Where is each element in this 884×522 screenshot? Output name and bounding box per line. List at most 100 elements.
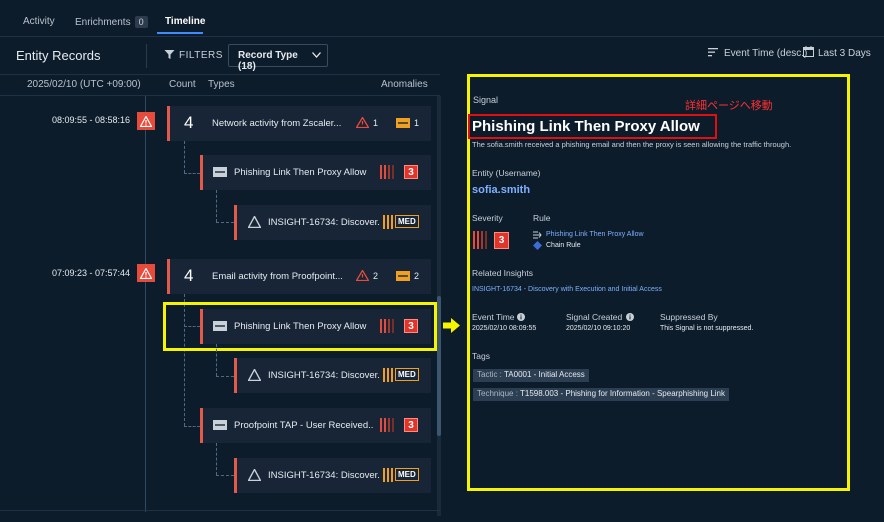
- severity-bars: [380, 165, 394, 179]
- severity-badge: 3: [494, 232, 509, 249]
- record-group[interactable]: 4 Email activity from Proofpoint... 2 2: [167, 259, 431, 294]
- record-type-count: (18): [238, 61, 256, 72]
- connector-line: [184, 173, 200, 174]
- warning-icon: [140, 115, 152, 127]
- insight-title: INSIGHT-16734: Discover...: [268, 470, 380, 481]
- arrow-right-icon: [443, 318, 460, 333]
- tab-timeline[interactable]: Timeline: [165, 16, 205, 27]
- insight-title: INSIGHT-16734: Discover...: [268, 217, 380, 228]
- divider: [0, 510, 440, 511]
- signal-icon: [396, 118, 410, 128]
- signal-icon: [213, 167, 227, 177]
- date-column-header: 2025/02/10 (UTC +09:00): [27, 79, 141, 90]
- insight-row[interactable]: INSIGHT-16734: Discover... MED: [234, 205, 431, 240]
- suppressed-by-value: This Signal is not suppressed.: [660, 325, 754, 332]
- alert-triangle-icon: [356, 117, 369, 128]
- connector-line: [216, 376, 234, 377]
- tag-chip[interactable]: Technique : T1598.003 - Phishing for Inf…: [473, 388, 730, 401]
- record-count: 4: [184, 266, 194, 285]
- signal-row[interactable]: Proofpoint TAP - User Received... 3: [200, 408, 431, 443]
- anomalies-column-header: Anomalies: [381, 79, 428, 90]
- types-column-header: Types: [208, 79, 235, 90]
- tag-key: Tactic :: [477, 370, 502, 379]
- signal-title: Proofpoint TAP - User Received...: [234, 420, 374, 431]
- alert-triangle-icon: [356, 270, 369, 281]
- severity-bars: [383, 215, 393, 229]
- record-group-title: Email activity from Proofpoint...: [212, 271, 343, 282]
- annotation-note: 詳細ページへ移動: [685, 100, 773, 112]
- tag-value: T1598.003 - Phishing for Information - S…: [520, 389, 726, 398]
- connector-line: [184, 141, 185, 173]
- sort-dropdown[interactable]: Event Time (desc.): [724, 48, 807, 59]
- tag-chip[interactable]: Tactic : TA0001 - Initial Access: [473, 369, 589, 382]
- event-time-value: 2025/02/10 08:09:55: [472, 325, 537, 332]
- insight-row[interactable]: INSIGHT-16734: Discover... MED: [234, 458, 431, 493]
- connector-line: [216, 344, 217, 376]
- record-group[interactable]: 4 Network activity from Zscaler... 1 1: [167, 106, 431, 141]
- signal-row[interactable]: Phishing Link Then Proxy Allow 3: [200, 155, 431, 190]
- signal-count: 2: [414, 271, 420, 281]
- record-count: 4: [184, 113, 194, 132]
- signal-created-label: Signal Created: [566, 312, 623, 322]
- timeline-axis: [145, 96, 146, 512]
- record-group-title: Network activity from Zscaler...: [212, 118, 342, 129]
- tab-activity[interactable]: Activity: [23, 16, 55, 27]
- signal-icon: [396, 271, 410, 281]
- rule-type: Chain Rule: [546, 242, 581, 249]
- alert-count: 1: [373, 118, 379, 128]
- signal-title: Phishing Link Then Proxy Allow: [234, 167, 367, 178]
- signal-icon: [213, 420, 227, 430]
- event-time-label: Event Time: [472, 312, 515, 322]
- sort-icon[interactable]: [708, 47, 719, 57]
- entity-link[interactable]: sofia.smith: [472, 184, 530, 196]
- divider: [146, 44, 147, 68]
- insight-icon: [248, 369, 261, 381]
- insight-icon: [248, 469, 261, 481]
- tab-enrichments[interactable]: Enrichments 0: [75, 16, 148, 28]
- chevron-down-icon: [312, 52, 321, 58]
- signal-created-value: 2025/02/10 09:10:20: [566, 325, 631, 332]
- tags-label: Tags: [472, 351, 490, 361]
- page-title: Entity Records: [16, 48, 101, 63]
- severity-label: Severity: [472, 213, 503, 223]
- related-insight-link[interactable]: INSIGHT-16734 - Discovery with Execution…: [472, 286, 662, 293]
- severity-badge: 3: [404, 418, 418, 432]
- severity-level-badge: MED: [395, 215, 419, 228]
- signal-count: 1: [414, 118, 420, 128]
- divider: [0, 36, 884, 37]
- scrollbar-thumb[interactable]: [437, 296, 441, 436]
- annotation-box: [468, 114, 717, 139]
- severity-bars: [383, 368, 393, 382]
- filters-button[interactable]: FILTERS: [179, 50, 223, 61]
- severity-bars: [383, 468, 393, 482]
- record-type-dropdown[interactable]: Record Type (18): [228, 44, 328, 72]
- severity-bars: [380, 418, 394, 432]
- alert-count: 2: [373, 271, 379, 281]
- connector-line: [216, 443, 217, 475]
- alert-marker: [137, 264, 155, 282]
- calendar-icon[interactable]: [803, 46, 814, 57]
- severity-bars: [473, 231, 487, 249]
- time-range-dropdown[interactable]: Last 3 Days: [818, 48, 871, 59]
- signal-description: The sofia.smith received a phishing emai…: [472, 140, 792, 149]
- chain-rule-icon: [533, 241, 542, 250]
- group-time-range: 07:09:23 - 07:57:44: [52, 268, 131, 278]
- tag-value: TA0001 - Initial Access: [503, 370, 585, 379]
- group-time-range: 08:09:55 - 08:58:16: [52, 115, 131, 125]
- insight-row[interactable]: INSIGHT-16734: Discover... MED: [234, 358, 431, 393]
- active-tab-indicator: [157, 32, 203, 34]
- rule-link[interactable]: Phishing Link Then Proxy Allow: [546, 231, 644, 238]
- info-icon[interactable]: [517, 313, 525, 321]
- enrichments-count-badge: 0: [134, 16, 148, 28]
- connector-line: [216, 475, 234, 476]
- related-insights-label: Related Insights: [472, 268, 533, 278]
- alert-marker: [137, 112, 155, 130]
- warning-icon: [140, 267, 152, 279]
- highlight-box: [163, 302, 437, 351]
- count-column-header: Count: [169, 79, 196, 90]
- suppressed-by-label: Suppressed By: [660, 312, 718, 322]
- filter-icon[interactable]: [164, 49, 175, 60]
- rule-label: Rule: [533, 213, 551, 223]
- severity-level-badge: MED: [395, 368, 419, 381]
- info-icon[interactable]: [626, 313, 634, 321]
